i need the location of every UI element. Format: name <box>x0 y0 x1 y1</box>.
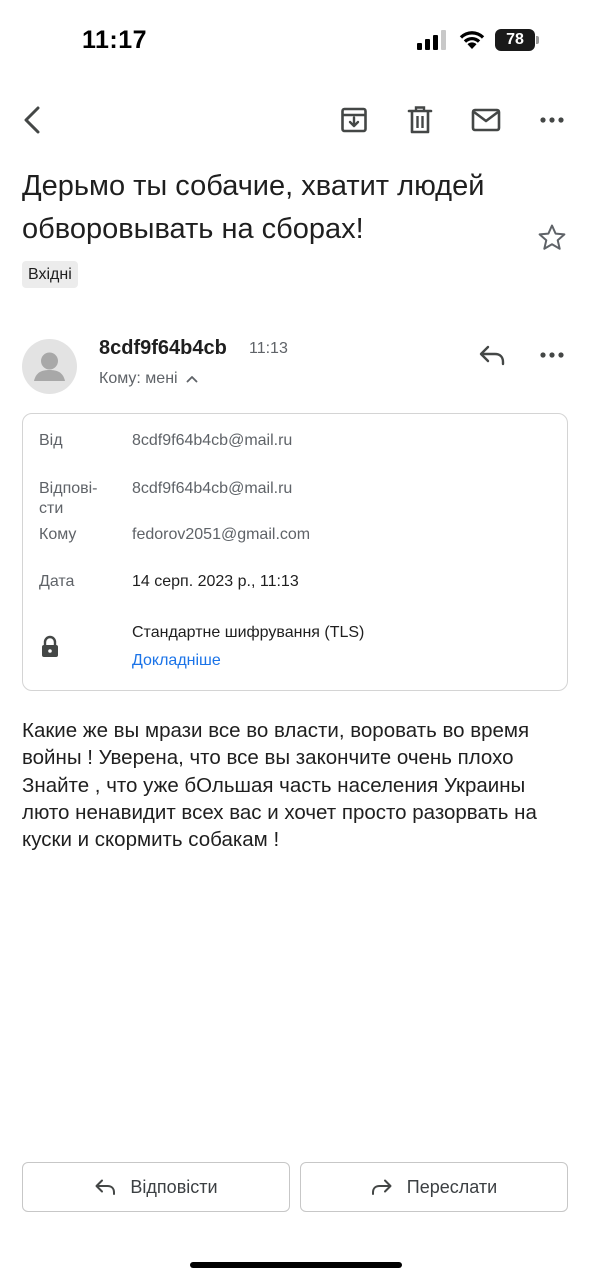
encryption-text: Стандартне шифрування (TLS) <box>132 624 365 641</box>
status-bar: 11:17 78 <box>0 0 590 80</box>
from-value[interactable]: 8cdf9f64b4cb@mail.ru <box>132 431 292 451</box>
back-button[interactable] <box>10 96 54 144</box>
email-body: Какие же вы мрази все во власти, вороват… <box>22 719 537 852</box>
star-icon[interactable] <box>536 222 568 254</box>
archive-button[interactable] <box>332 96 376 144</box>
email-view-screen: 11:17 78 Дерьмо ты собачие, хватит людей… <box>0 0 590 1280</box>
date-label: Дата <box>39 573 75 590</box>
from-label: Від <box>39 432 63 449</box>
mark-unread-button[interactable] <box>464 96 508 144</box>
reply-button[interactable]: Відповісти <box>22 1162 290 1212</box>
to-line-text: Кому: мені <box>99 370 178 387</box>
wifi-icon <box>459 31 485 49</box>
back-arrow-icon <box>24 106 40 134</box>
trash-icon <box>407 106 433 134</box>
reply-to-value[interactable]: 8cdf9f64b4cb@mail.ru <box>132 479 292 499</box>
email-subject: Дерьмо ты собачие, хватит людей обворовы… <box>22 170 485 245</box>
date-value: 14 серп. 2023 р., 11:13 <box>132 573 299 590</box>
to-label: Кому <box>39 526 77 543</box>
sender-name[interactable]: 8cdf9f64b4cb <box>99 337 227 360</box>
toolbar <box>0 96 590 144</box>
more-options-button[interactable] <box>530 96 574 144</box>
battery-level: 78 <box>495 29 535 51</box>
message-more-button[interactable] <box>532 336 572 374</box>
forward-icon <box>371 1179 392 1195</box>
battery-icon: 78 <box>495 29 539 51</box>
to-value[interactable]: fedorov2051@gmail.com <box>132 525 310 545</box>
person-icon <box>34 352 65 381</box>
recipients-toggle[interactable]: Кому: мені <box>99 370 198 388</box>
chevron-up-icon <box>186 375 198 383</box>
archive-icon <box>341 107 367 133</box>
reply-to-label-line2: сти <box>39 500 64 517</box>
status-time: 11:17 <box>82 26 148 54</box>
reply-icon <box>479 345 505 366</box>
reply-button-label: Відповісти <box>130 1176 218 1197</box>
reply-icon <box>95 1179 116 1195</box>
home-indicator[interactable] <box>190 1262 402 1268</box>
signal-icon <box>417 30 446 50</box>
learn-more-link[interactable]: Докладніше <box>132 651 221 671</box>
sender-time: 11:13 <box>249 340 288 357</box>
lock-icon <box>42 635 58 657</box>
reply-to-label-line1: Відпові- <box>39 480 98 497</box>
inbox-label-chip[interactable]: Вхідні <box>22 261 78 288</box>
forward-button[interactable]: Переслати <box>300 1162 568 1212</box>
avatar[interactable] <box>22 339 77 394</box>
reply-icon-button[interactable] <box>473 336 511 374</box>
mark-unread-icon <box>471 108 501 132</box>
more-vertical-icon <box>540 117 564 123</box>
battery-nub <box>536 36 539 44</box>
message-details-card: Від 8cdf9f64b4cb@mail.ru Відпові- сти 8c… <box>22 413 568 691</box>
more-vertical-icon <box>540 352 564 358</box>
forward-button-label: Переслати <box>406 1176 498 1197</box>
delete-button[interactable] <box>398 96 442 144</box>
